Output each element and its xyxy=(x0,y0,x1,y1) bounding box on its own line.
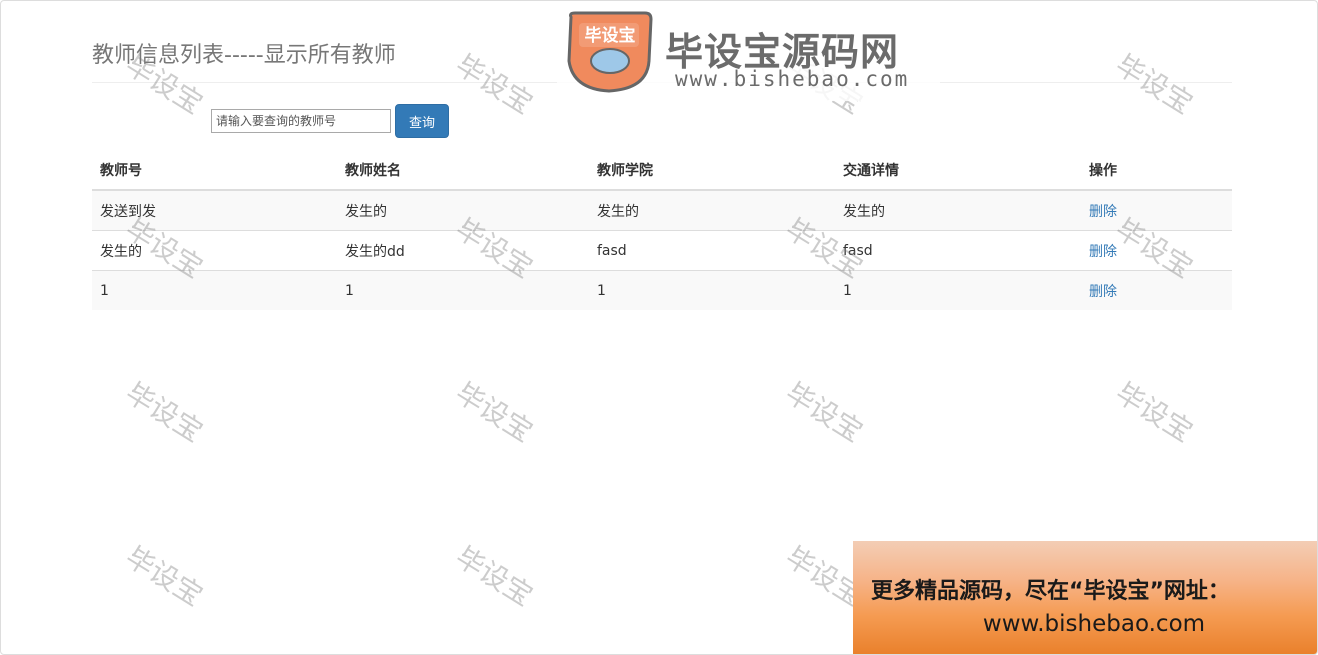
site-logo: 毕设宝 毕设宝源码网 www.bishebao.com xyxy=(557,7,940,101)
cell-teacher-id: 发送到发 xyxy=(92,190,337,231)
delete-link[interactable]: 删除 xyxy=(1089,244,1117,260)
table-row: 1 1 1 1 删除 xyxy=(92,270,1232,310)
header-actions: 操作 xyxy=(1081,151,1232,191)
watermark-text: 毕设宝 xyxy=(449,376,539,449)
cell-teacher-college: fasd xyxy=(589,230,835,271)
page-title: 教师信息列表-----显示所有教师 xyxy=(92,43,396,68)
watermark-text: 毕设宝 xyxy=(449,48,539,121)
cell-teacher-name: 1 xyxy=(337,270,589,310)
search-button[interactable]: 查询 xyxy=(395,104,449,138)
header-teacher-name: 教师姓名 xyxy=(337,151,589,191)
promo-url: www.bishebao.com xyxy=(982,611,1206,637)
table-row: 发生的 发生的dd fasd fasd 删除 xyxy=(92,230,1232,271)
cell-transport-detail: 1 xyxy=(835,270,1081,310)
logo-badge-icon: 毕设宝 xyxy=(567,11,653,93)
watermark-text: 毕设宝 xyxy=(119,376,209,449)
cell-teacher-id: 1 xyxy=(92,270,337,310)
cell-transport-detail: 发生的 xyxy=(835,190,1081,231)
teacher-table: 教师号 教师姓名 教师学院 交通详情 操作 发送到发 发生的 发生的 发生的 删… xyxy=(92,151,1232,310)
page-panel: 教师信息列表-----显示所有教师 查询 教师号 教师姓名 教师学院 交通详情 … xyxy=(0,0,1318,655)
watermark-text: 毕设宝 xyxy=(1109,376,1199,449)
delete-link[interactable]: 删除 xyxy=(1089,204,1117,220)
logo-url: www.bishebao.com xyxy=(675,67,910,91)
cell-transport-detail: fasd xyxy=(835,230,1081,271)
cell-teacher-id: 发生的 xyxy=(92,230,337,271)
header-transport-detail: 交通详情 xyxy=(835,151,1081,191)
watermark-text: 毕设宝 xyxy=(449,540,539,613)
watermark-text: 毕设宝 xyxy=(779,376,869,449)
search-form: 查询 xyxy=(211,104,449,138)
header-teacher-id: 教师号 xyxy=(92,151,337,191)
cell-actions: 删除 xyxy=(1081,230,1232,271)
cell-teacher-name: 发生的 xyxy=(337,190,589,231)
logo-badge-text: 毕设宝 xyxy=(585,25,636,46)
promo-text: 更多精品源码，尽在“毕设宝”网址： xyxy=(871,579,1230,604)
cell-teacher-college: 1 xyxy=(589,270,835,310)
table-header-row: 教师号 教师姓名 教师学院 交通详情 操作 xyxy=(92,151,1232,191)
header-teacher-college: 教师学院 xyxy=(589,151,835,191)
watermark-text: 毕设宝 xyxy=(119,540,209,613)
cell-actions: 删除 xyxy=(1081,190,1232,231)
cell-teacher-name: 发生的dd xyxy=(337,230,589,271)
cell-teacher-college: 发生的 xyxy=(589,190,835,231)
delete-link[interactable]: 删除 xyxy=(1089,284,1117,300)
cell-actions: 删除 xyxy=(1081,270,1232,310)
watermark-text: 毕设宝 xyxy=(1109,48,1199,121)
search-input[interactable] xyxy=(211,109,391,133)
promo-banner: 更多精品源码，尽在“毕设宝”网址： www.bishebao.com xyxy=(853,541,1317,654)
table-row: 发送到发 发生的 发生的 发生的 删除 xyxy=(92,190,1232,231)
